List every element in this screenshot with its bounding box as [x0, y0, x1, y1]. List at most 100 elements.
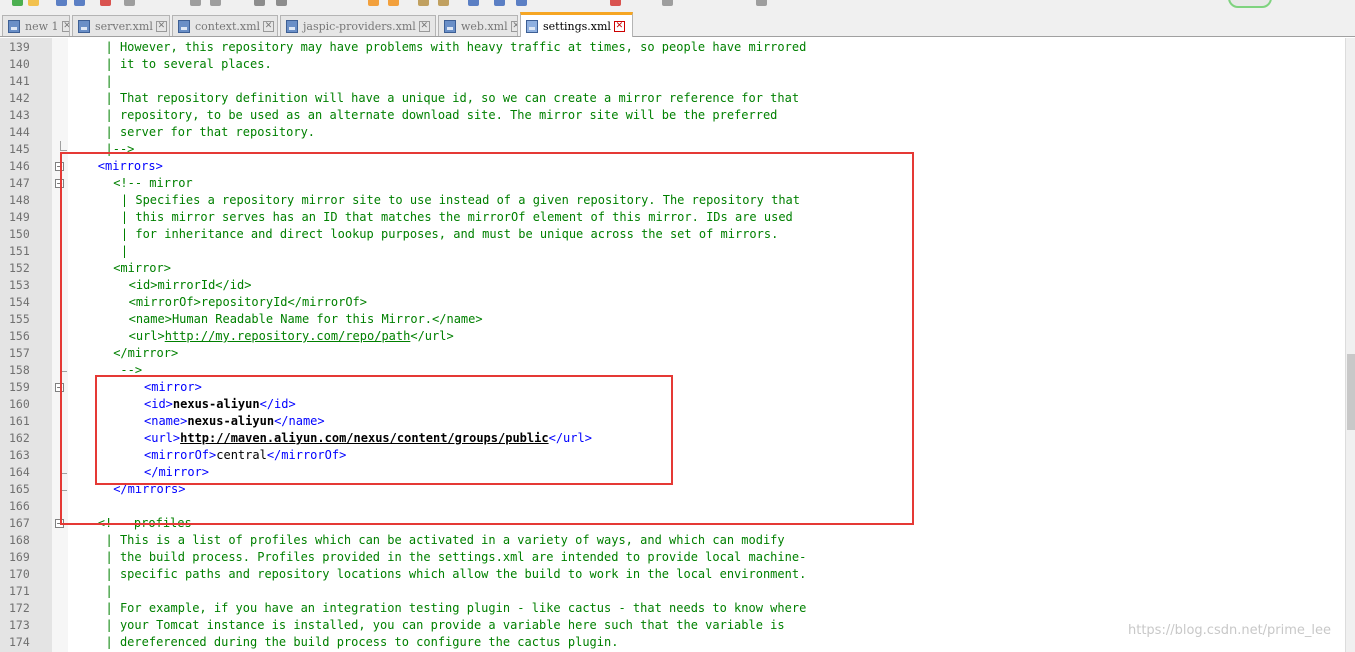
tab-web-xml[interactable]: web.xml ✕ — [438, 15, 518, 36]
line-number: 154 — [9, 295, 30, 309]
macro-save-icon[interactable] — [756, 0, 767, 6]
line-number: 145 — [9, 142, 30, 156]
line-number: 152 — [9, 261, 30, 275]
file-icon — [526, 19, 538, 33]
close-tab-icon[interactable]: ✕ — [263, 20, 275, 32]
line-number: 156 — [9, 329, 30, 343]
tab-label: context.xml — [195, 19, 261, 33]
macro-play-icon[interactable] — [662, 0, 673, 6]
file-icon — [178, 19, 190, 33]
line-number: 151 — [9, 244, 30, 258]
code-text: | — [106, 73, 113, 90]
line-number: 146 — [9, 159, 30, 173]
line-number: 148 — [9, 193, 30, 207]
open-file-icon[interactable] — [28, 0, 39, 6]
tab-jaspic-providers-xml[interactable]: jaspic-providers.xml ✕ — [280, 15, 436, 36]
sync-scroll-icon[interactable] — [468, 0, 479, 6]
tab-server-xml[interactable]: server.xml ✕ — [72, 15, 170, 36]
code-line[interactable]: 170 | specific paths and repository locat… — [0, 566, 1345, 583]
line-number: 172 — [9, 601, 30, 615]
save-icon[interactable] — [56, 0, 67, 6]
code-token: | repository, to be used as an alternate… — [105, 108, 778, 122]
code-line[interactable]: 144 | server for that repository. — [0, 124, 1345, 141]
redo-icon[interactable] — [276, 0, 287, 6]
file-icon — [78, 19, 90, 33]
code-text: | specific paths and repository location… — [106, 566, 807, 583]
tab-settings-xml[interactable]: settings.xml ✕ — [520, 12, 633, 37]
tab-context-xml[interactable]: context.xml ✕ — [172, 15, 278, 36]
code-text: | server for that repository. — [106, 124, 316, 141]
line-number: 158 — [9, 363, 30, 377]
line-number: 174 — [9, 635, 30, 649]
code-line[interactable]: 143 | repository, to be used as an altern… — [0, 107, 1345, 124]
code-line[interactable]: 141 | — [0, 73, 1345, 90]
tab-new-1[interactable]: new 1 ✕ — [2, 15, 70, 36]
line-number: 161 — [9, 414, 30, 428]
tab-label: server.xml — [95, 19, 153, 33]
tab-label: new 1 — [25, 19, 59, 33]
cut-icon[interactable] — [190, 0, 201, 6]
line-number: 162 — [9, 431, 30, 445]
close-tab-icon[interactable]: ✕ — [61, 20, 69, 32]
code-text: | — [106, 583, 113, 600]
line-number: 165 — [9, 482, 30, 496]
save-all-icon[interactable] — [74, 0, 85, 6]
line-number: 140 — [9, 57, 30, 71]
new-file-icon[interactable] — [12, 0, 23, 6]
code-text: | the build process. Profiles provided i… — [106, 549, 807, 566]
file-icon — [444, 19, 456, 33]
line-number: 164 — [9, 465, 30, 479]
line-number: 141 — [9, 74, 30, 88]
line-number: 155 — [9, 312, 30, 326]
close-tab-icon[interactable]: ✕ — [510, 20, 517, 32]
code-token: | — [105, 584, 113, 598]
close-tab-icon[interactable]: ✕ — [613, 20, 625, 32]
code-line[interactable]: 140 | it to several places. — [0, 56, 1345, 73]
file-icon — [286, 19, 298, 33]
indent-guide-icon[interactable] — [516, 0, 527, 6]
code-editor[interactable]: 139 | However, this repository may have p… — [0, 38, 1345, 652]
replace-icon[interactable] — [388, 0, 399, 6]
code-line[interactable]: 168 | This is a list of profiles which ca… — [0, 532, 1345, 549]
code-text: | However, this repository may have prob… — [106, 39, 807, 56]
line-number: 143 — [9, 108, 30, 122]
line-number: 170 — [9, 567, 30, 581]
vertical-scrollbar[interactable] — [1345, 38, 1355, 652]
file-icon — [8, 19, 20, 33]
code-line[interactable]: 172 | For example, if you have an integra… — [0, 600, 1345, 617]
copy-icon[interactable] — [210, 0, 221, 6]
word-wrap-icon[interactable] — [494, 0, 505, 6]
scrollbar-thumb[interactable] — [1347, 354, 1355, 430]
line-number: 160 — [9, 397, 30, 411]
code-token: | dereferenced during the build process … — [105, 635, 619, 649]
code-token: | it to several places. — [105, 57, 272, 71]
line-number: 163 — [9, 448, 30, 462]
macro-record-icon[interactable] — [610, 0, 621, 6]
line-number: 147 — [9, 176, 30, 190]
code-text: | This is a list of profiles which can b… — [106, 532, 785, 549]
code-token: | your Tomcat instance is installed, you… — [105, 618, 785, 632]
code-text: | repository, to be used as an alternate… — [106, 107, 778, 124]
line-number: 142 — [9, 91, 30, 105]
close-tab-icon[interactable]: ✕ — [418, 20, 430, 32]
zoom-out-icon[interactable] — [438, 0, 449, 6]
line-number: 169 — [9, 550, 30, 564]
code-text: | your Tomcat instance is installed, you… — [106, 617, 785, 634]
close-icon[interactable] — [100, 0, 111, 6]
close-tab-icon[interactable]: ✕ — [155, 20, 167, 32]
code-line[interactable]: 142 | That repository definition will hav… — [0, 90, 1345, 107]
code-line[interactable]: 171 | — [0, 583, 1345, 600]
code-text: | That repository definition will have a… — [106, 90, 800, 107]
print-icon[interactable] — [124, 0, 135, 6]
tab-bar: new 1 ✕ server.xml ✕ context.xml ✕ jaspi… — [0, 10, 1355, 37]
code-line[interactable]: 169 | the build process. Profiles provide… — [0, 549, 1345, 566]
code-token: | For example, if you have an integratio… — [105, 601, 807, 615]
undo-icon[interactable] — [254, 0, 265, 6]
zoom-in-icon[interactable] — [418, 0, 429, 6]
code-text: | it to several places. — [106, 56, 272, 73]
code-line[interactable]: 139 | However, this repository may have p… — [0, 39, 1345, 56]
code-token: | — [105, 74, 113, 88]
find-icon[interactable] — [368, 0, 379, 6]
plugin-badge[interactable] — [1228, 0, 1272, 8]
line-number: 166 — [9, 499, 30, 513]
